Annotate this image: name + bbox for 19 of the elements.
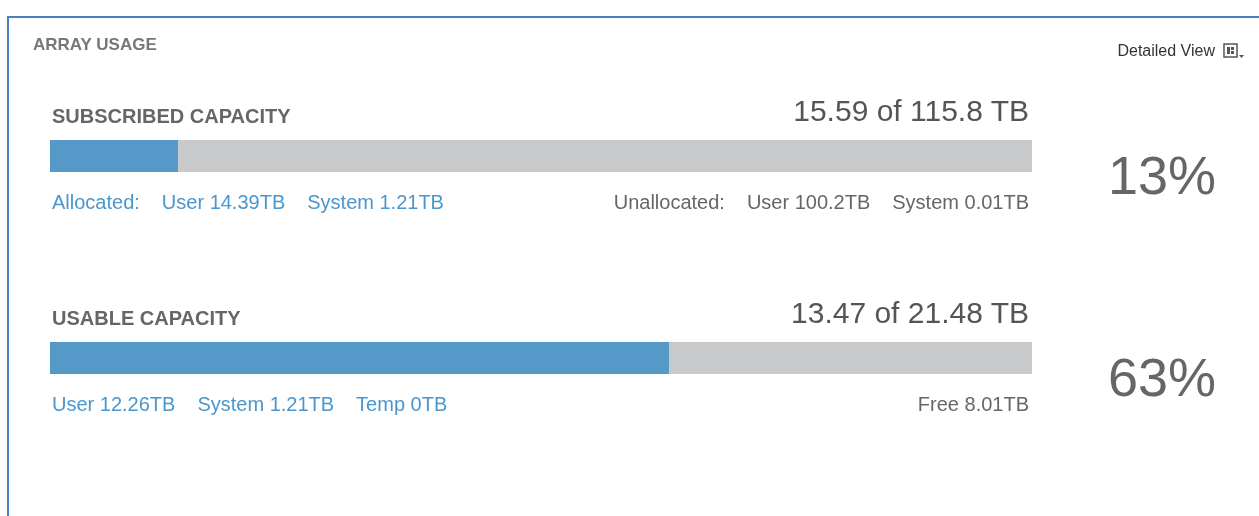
capacity-total: 15.59 of 115.8 TB xyxy=(793,94,1029,128)
legend-text: Temp 0TB xyxy=(356,393,448,416)
legend-text: System 0.01TB xyxy=(892,191,1029,214)
legend-text: System 1.21TB xyxy=(197,393,335,416)
capacity-label: USABLE CAPACITY xyxy=(52,307,241,330)
capacity-percent: 63% xyxy=(1108,346,1217,408)
panel-title: ARRAY USAGE xyxy=(33,35,157,55)
capacity-total: 13.47 of 21.48 TB xyxy=(791,296,1029,330)
legend-text: User 14.39TB xyxy=(161,191,286,214)
legend-text: User 100.2TB xyxy=(746,191,871,214)
legend-text: Free 8.01TB xyxy=(917,393,1029,416)
layout-dropdown-icon xyxy=(1223,43,1245,59)
capacity-label: SUBSCRIBED CAPACITY xyxy=(52,105,291,128)
view-menu-button[interactable]: Detailed View xyxy=(1117,42,1245,60)
legend-text: Unallocated: xyxy=(613,191,725,214)
legend-text: System 1.21TB xyxy=(307,191,444,214)
legend-text: Allocated: xyxy=(52,191,140,214)
capacity-percent: 13% xyxy=(1108,144,1217,206)
legend-text: User 12.26TB xyxy=(52,393,176,416)
